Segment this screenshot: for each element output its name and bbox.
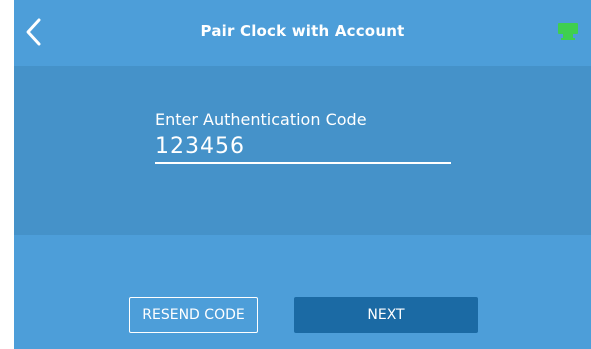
next-button[interactable]: NEXT bbox=[294, 297, 478, 333]
network-connected-icon bbox=[558, 23, 578, 41]
page-title: Pair Clock with Account bbox=[200, 22, 405, 40]
resend-code-button[interactable]: RESEND CODE bbox=[129, 297, 258, 333]
authentication-panel: Enter Authentication Code bbox=[14, 66, 591, 235]
authentication-code-input[interactable] bbox=[155, 132, 451, 164]
pairing-screen: Pair Clock with Account Enter Authentica… bbox=[14, 0, 591, 349]
authentication-code-label: Enter Authentication Code bbox=[155, 110, 367, 129]
header-bar: Pair Clock with Account bbox=[14, 0, 591, 66]
